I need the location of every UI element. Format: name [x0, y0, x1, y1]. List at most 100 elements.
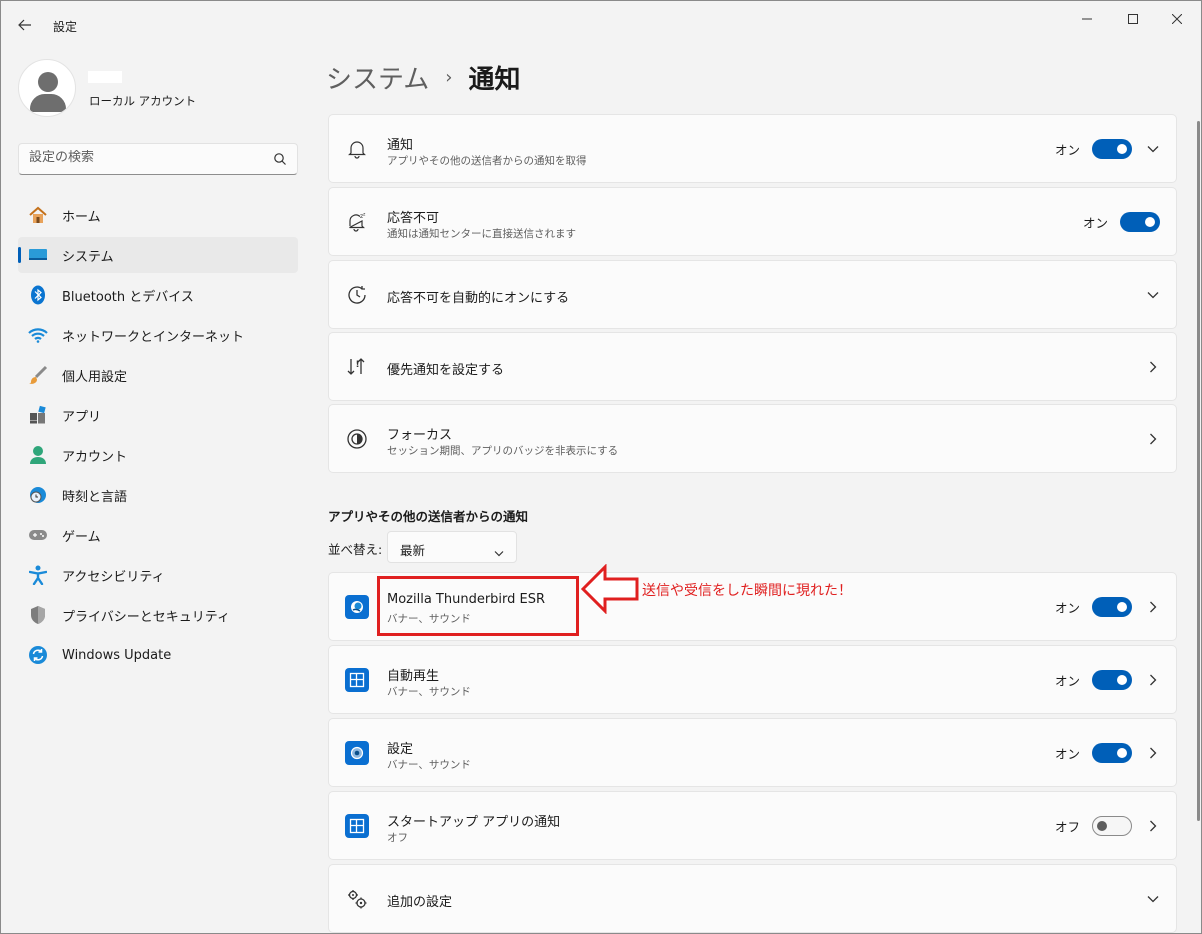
account-type: ローカル アカウント	[89, 94, 197, 108]
focus-title: フォーカス	[387, 428, 453, 443]
window-title: 設定	[53, 20, 78, 34]
priority-sort-icon: !	[345, 355, 369, 379]
account-icon	[28, 445, 48, 465]
annotation-arrow-icon	[581, 564, 639, 614]
svg-text:z: z	[363, 212, 366, 217]
auto-dnd-title: 応答不可を自動的にオンにする	[387, 291, 570, 306]
sidebar-item-accessibility[interactable]: アクセシビリティ	[18, 557, 298, 593]
focus-card[interactable]: フォーカス セッション期間、アプリのバッジを非表示にする	[328, 404, 1177, 473]
priority-card[interactable]: ! 優先通知を設定する	[328, 332, 1177, 401]
notifications-state: オン	[1054, 142, 1080, 157]
settings-gear-icon	[345, 740, 369, 765]
dnd-toggle[interactable]	[1120, 211, 1160, 232]
chevron-down-icon[interactable]	[1146, 288, 1160, 302]
close-icon	[1172, 14, 1182, 24]
back-button[interactable]	[11, 11, 39, 39]
back-arrow-icon	[18, 19, 31, 31]
chevron-down-icon[interactable]	[1146, 142, 1160, 156]
sidebar-item-windows-update[interactable]: Windows Update	[18, 637, 298, 673]
dnd-subtitle: 通知は通知センターに直接送信されます	[387, 228, 576, 240]
app-state: オン	[1054, 673, 1080, 688]
chevron-right-icon[interactable]	[1146, 432, 1160, 446]
app-state: オン	[1054, 746, 1080, 761]
priority-title: 優先通知を設定する	[387, 363, 505, 378]
app-detail: オフ	[387, 832, 408, 844]
chevron-right-icon[interactable]	[1146, 673, 1160, 687]
breadcrumb: システム › 通知	[326, 59, 520, 96]
sidebar-item-apps[interactable]: アプリ	[18, 397, 298, 433]
thunderbird-icon	[345, 594, 369, 619]
sidebar-item-gaming[interactable]: ゲーム	[18, 517, 298, 553]
app-toggle[interactable]	[1092, 742, 1132, 763]
avatar	[18, 59, 76, 117]
maximize-button[interactable]	[1111, 5, 1155, 33]
annotation-highlight-box	[377, 576, 579, 636]
notifications-toggle[interactable]	[1092, 138, 1132, 159]
search-icon	[274, 153, 286, 165]
app-row-autoplay[interactable]: 自動再生 バナー、サウンド オン	[328, 645, 1177, 714]
minimize-icon	[1082, 18, 1092, 20]
maximize-icon	[1128, 14, 1138, 24]
breadcrumb-separator: ›	[445, 67, 453, 88]
gamepad-icon	[28, 525, 48, 545]
notifications-subtitle: アプリやその他の送信者からの通知を取得	[387, 155, 587, 167]
startup-apps-icon	[345, 813, 369, 838]
profile-name-redacted	[88, 71, 122, 83]
app-detail: バナー、サウンド	[387, 686, 471, 698]
breadcrumb-parent[interactable]: システム	[326, 59, 429, 96]
sidebar-item-personalization[interactable]: 個人用設定	[18, 357, 298, 393]
dnd-bell-icon: zz	[345, 210, 369, 234]
app-name: 自動再生	[387, 669, 440, 684]
sidebar-item-bluetooth[interactable]: Bluetooth とデバイス	[18, 277, 298, 313]
dnd-title: 応答不可	[387, 211, 440, 226]
bell-icon	[345, 137, 369, 161]
notifications-card[interactable]: 通知 アプリやその他の送信者からの通知を取得 オン	[328, 114, 1177, 183]
time-language-icon	[28, 485, 48, 505]
focus-icon	[345, 427, 369, 451]
minimize-button[interactable]	[1065, 5, 1109, 33]
sort-dropdown[interactable]: 最新	[387, 531, 517, 563]
app-name: 設定	[387, 742, 414, 757]
settings-search[interactable]	[18, 143, 298, 175]
accessibility-icon	[28, 565, 48, 585]
page-title: 通知	[468, 65, 521, 95]
brush-icon	[28, 365, 48, 385]
close-button[interactable]	[1155, 5, 1199, 33]
home-icon	[28, 205, 48, 225]
sidebar-item-time-language[interactable]: 時刻と言語	[18, 477, 298, 513]
bluetooth-icon	[28, 285, 48, 305]
sidebar-item-accounts[interactable]: アカウント	[18, 437, 298, 473]
app-state: オン	[1054, 600, 1080, 615]
apps-icon	[28, 405, 48, 425]
clock-icon	[345, 283, 369, 307]
scrollbar[interactable]	[1197, 121, 1200, 821]
sort-label: 並べ替え:	[328, 542, 383, 557]
chevron-right-icon[interactable]	[1146, 819, 1160, 833]
system-icon	[28, 245, 48, 265]
sidebar-item-system[interactable]: システム	[18, 237, 298, 273]
sidebar-item-network[interactable]: ネットワークとインターネット	[18, 317, 298, 353]
senders-section-title: アプリやその他の送信者からの通知	[328, 509, 529, 524]
sidebar-item-privacy[interactable]: プライバシーとセキュリティ	[18, 597, 298, 633]
chevron-right-icon[interactable]	[1146, 360, 1160, 374]
chevron-right-icon[interactable]	[1146, 600, 1160, 614]
dnd-state: オン	[1082, 215, 1108, 230]
notifications-title: 通知	[387, 138, 414, 153]
app-toggle[interactable]	[1092, 596, 1132, 617]
chevron-right-icon[interactable]	[1146, 746, 1160, 760]
profile[interactable]: ローカル アカウント	[18, 59, 196, 117]
app-row-startup-apps[interactable]: スタートアップ アプリの通知 オフ オフ	[328, 791, 1177, 860]
gears-icon	[345, 887, 369, 911]
auto-dnd-card[interactable]: 応答不可を自動的にオンにする	[328, 260, 1177, 329]
annotation-text: 送信や受信をした瞬間に現れた！	[642, 583, 852, 599]
additional-settings-card[interactable]: 追加の設定	[328, 864, 1177, 933]
app-row-settings[interactable]: 設定 バナー、サウンド オン	[328, 718, 1177, 787]
chevron-down-icon[interactable]	[1146, 892, 1160, 906]
app-name: スタートアップ アプリの通知	[387, 815, 561, 830]
search-input[interactable]	[29, 150, 269, 165]
app-toggle[interactable]	[1092, 815, 1132, 836]
app-toggle[interactable]	[1092, 669, 1132, 690]
additional-settings-title: 追加の設定	[387, 895, 453, 910]
update-icon	[28, 645, 48, 665]
sidebar-item-home[interactable]: ホーム	[18, 197, 298, 233]
